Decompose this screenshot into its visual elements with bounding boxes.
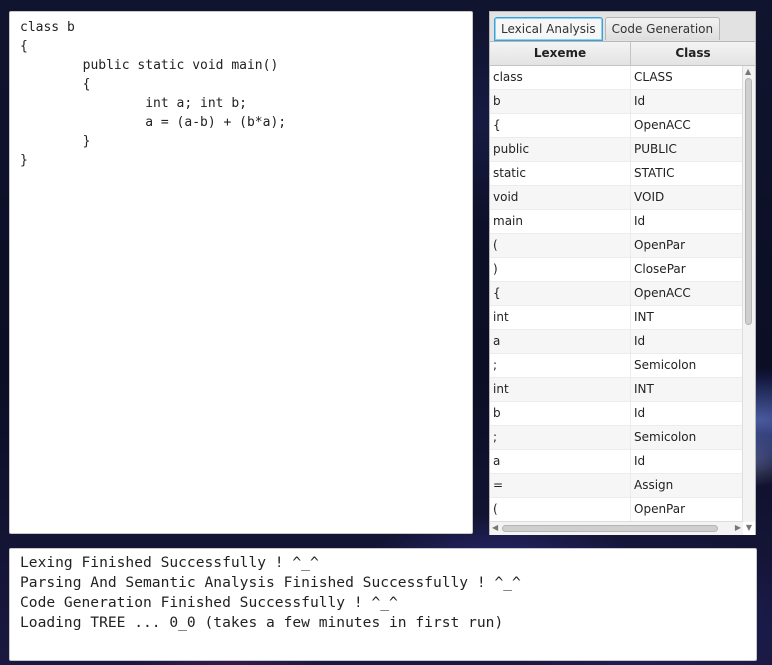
class-cell: CLASS	[634, 70, 673, 84]
class-cell: Id	[634, 334, 646, 348]
scroll-down-icon[interactable]: ▼	[746, 523, 752, 533]
class-cell: Semicolon	[634, 358, 697, 372]
lexeme-cell: a	[490, 330, 631, 353]
table-row[interactable]: (OpenPar	[490, 498, 743, 522]
table-row[interactable]: = Assign	[490, 474, 743, 498]
column-header-lexeme[interactable]: Lexeme	[490, 42, 631, 65]
table-row[interactable]: a Id	[490, 330, 743, 354]
lexeme-cell: ;	[490, 426, 631, 449]
class-cell: OpenACC	[634, 286, 691, 300]
lexeme-cell: class	[490, 66, 631, 89]
lexeme-cell: void	[490, 186, 631, 209]
table-row[interactable]: b Id	[490, 90, 743, 114]
table-row[interactable]: {OpenACC	[490, 282, 743, 306]
class-cell: VOID	[634, 190, 665, 204]
column-header-class[interactable]: Class	[631, 42, 755, 65]
lexeme-cell: b	[490, 402, 631, 425]
class-cell: ClosePar	[634, 262, 686, 276]
console-line: Parsing And Semantic Analysis Finished S…	[20, 574, 521, 591]
lexeme-cell: a	[490, 450, 631, 473]
table-row[interactable]: public PUBLIC	[490, 138, 743, 162]
table-row[interactable]: a Id	[490, 450, 743, 474]
table-header: Lexeme Class	[490, 42, 755, 66]
table-row[interactable]: b Id	[490, 402, 743, 426]
tab-code-generation[interactable]: Code Generation	[604, 17, 721, 40]
table-row[interactable]: static STATIC	[490, 162, 743, 186]
class-cell: OpenPar	[634, 238, 686, 252]
lexeme-cell: (	[490, 234, 631, 257]
scroll-left-icon[interactable]: ◀	[492, 523, 498, 533]
source-code[interactable]: class b { public static void main() { in…	[10, 12, 472, 170]
lexeme-cell: ;	[490, 354, 631, 377]
table-row[interactable]: int INT	[490, 378, 743, 402]
lexeme-cell: public	[490, 138, 631, 161]
class-cell: INT	[634, 310, 654, 324]
class-cell: Id	[634, 454, 646, 468]
tab-bar: Lexical Analysis Code Generation	[494, 17, 721, 41]
table-body: class CLASS b Id{OpenACC public PUBLIC static S…	[490, 66, 743, 522]
output-console[interactable]: Lexing Finished Successfully ! ^_^ Parsin…	[9, 548, 757, 661]
class-cell: INT	[634, 382, 654, 396]
class-cell: Id	[634, 406, 646, 420]
vertical-scroll-thumb[interactable]	[745, 78, 752, 325]
table-row[interactable]: class CLASS	[490, 66, 743, 90]
class-cell: Semicolon	[634, 430, 697, 444]
lexeme-cell: main	[490, 210, 631, 233]
class-cell: OpenACC	[634, 118, 691, 132]
table-row[interactable]: main Id	[490, 210, 743, 234]
scroll-up-icon[interactable]: ▲	[745, 67, 751, 77]
console-line: Code Generation Finished Successfully ! …	[20, 594, 398, 611]
horizontal-scroll-thumb[interactable]	[502, 525, 718, 532]
lexeme-cell: int	[490, 378, 631, 401]
analysis-tab-pane: Lexical Analysis Code Generation Lexeme …	[489, 11, 756, 535]
lexeme-cell: {	[490, 114, 631, 137]
console-line: Loading TREE ... 0_0 (takes a few minute…	[20, 614, 504, 631]
table-row[interactable]: ; Semicolon	[490, 354, 743, 378]
class-cell: STATIC	[634, 166, 675, 180]
lexeme-cell: static	[490, 162, 631, 185]
table-row[interactable]: ) ClosePar	[490, 258, 743, 282]
lexeme-cell: =	[490, 474, 631, 497]
class-cell: Id	[634, 94, 646, 108]
console-lines: Lexing Finished Successfully ! ^_^ Parsin…	[10, 549, 756, 633]
lexeme-cell: (	[490, 498, 631, 521]
scroll-right-icon[interactable]: ▶	[735, 523, 741, 533]
code-editor[interactable]: class b { public static void main() { in…	[9, 11, 473, 534]
class-cell: Id	[634, 214, 646, 228]
table-row[interactable]: {OpenACC	[490, 114, 743, 138]
table-row[interactable]: void VOID	[490, 186, 743, 210]
lexeme-cell: {	[490, 282, 631, 305]
lexeme-cell: b	[490, 90, 631, 113]
tab-lexical-analysis[interactable]: Lexical Analysis	[494, 17, 603, 41]
table-row[interactable]: (OpenPar	[490, 234, 743, 258]
lexeme-table[interactable]: Lexeme Class class CLASS b Id{OpenACC public…	[490, 41, 755, 535]
class-cell: OpenPar	[634, 502, 686, 516]
lexeme-cell: )	[490, 258, 631, 281]
lexeme-cell: int	[490, 306, 631, 329]
vertical-scrollbar[interactable]: ▲	[742, 66, 755, 522]
horizontal-scrollbar[interactable]: ◀ ▶	[490, 521, 743, 535]
console-line: Lexing Finished Successfully ! ^_^	[20, 554, 319, 571]
table-row[interactable]: ; Semicolon	[490, 426, 743, 450]
class-cell: PUBLIC	[634, 142, 677, 156]
table-row[interactable]: int INT	[490, 306, 743, 330]
class-cell: Assign	[634, 478, 674, 492]
